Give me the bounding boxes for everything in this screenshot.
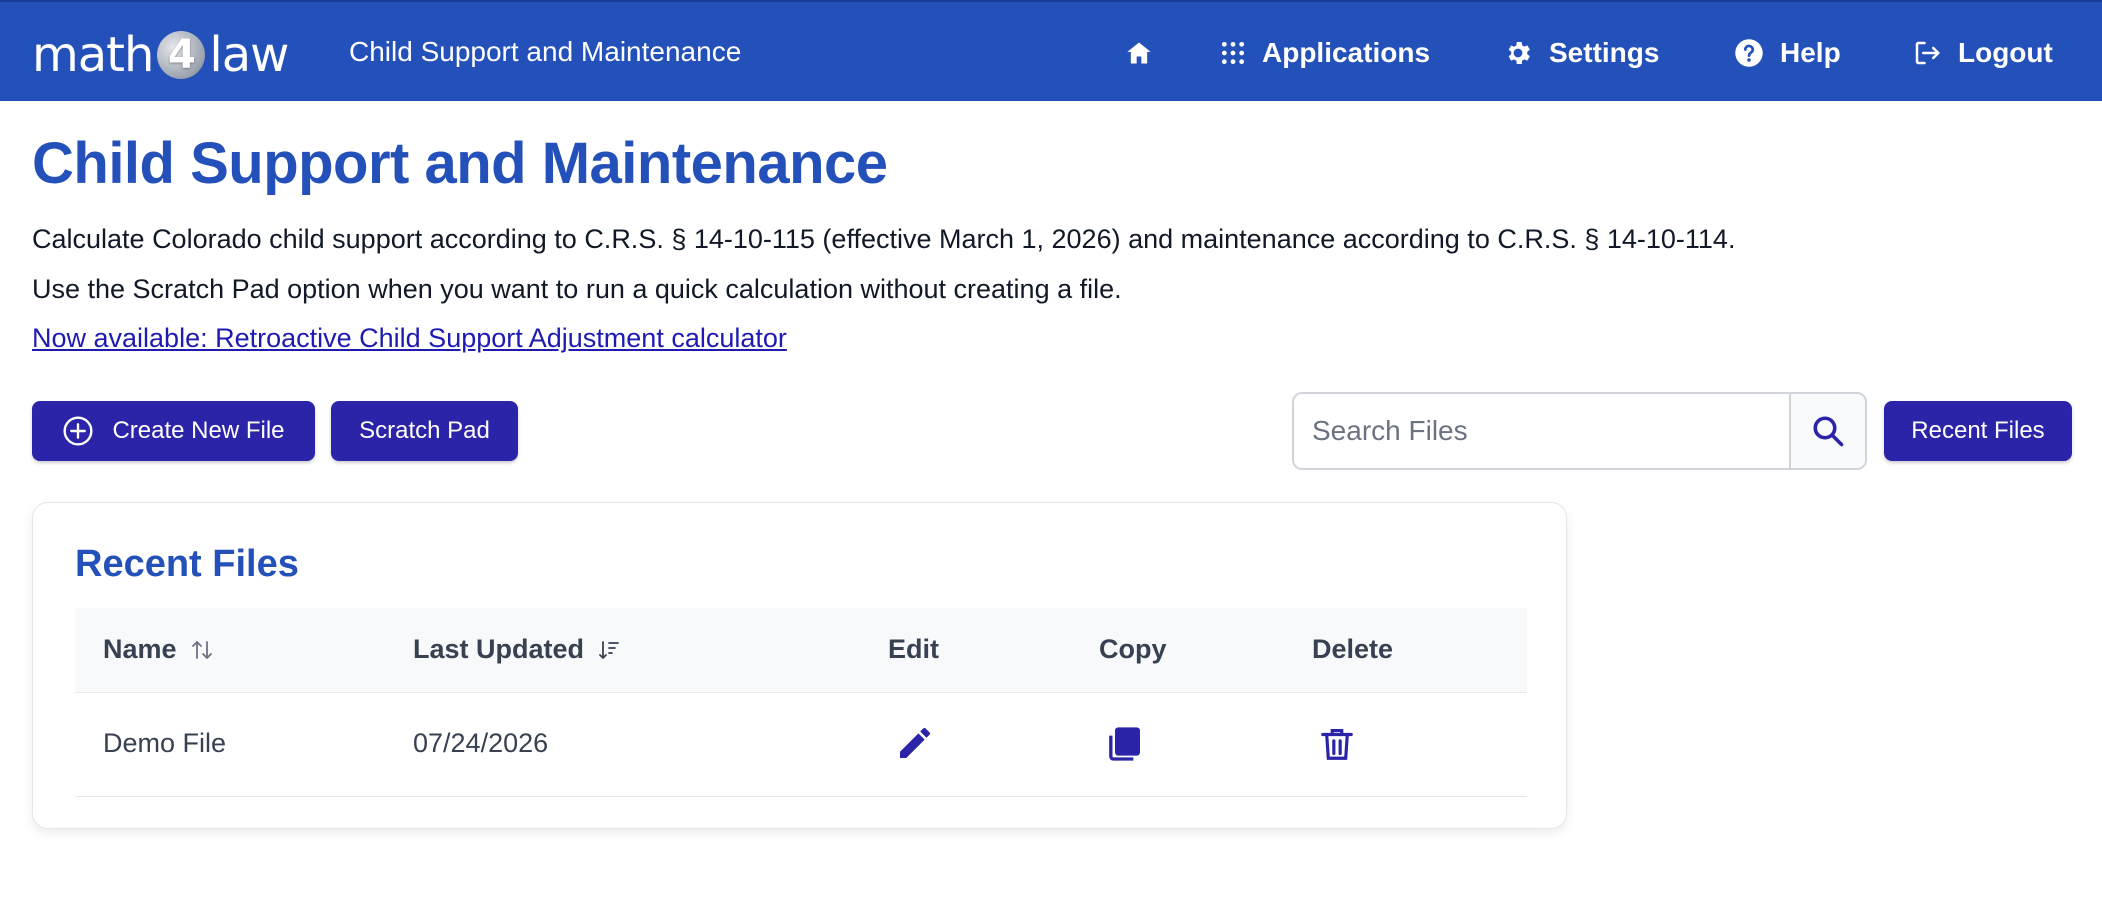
description-line-2: Use the Scratch Pad option when you want… <box>32 274 1122 304</box>
nav-logout-label: Logout <box>1958 36 2053 68</box>
top-navigation-bar: math 4 law Child Support and Maintenance… <box>0 0 2102 101</box>
recent-files-title: Recent Files <box>75 543 299 585</box>
scratch-pad-label: Scratch Pad <box>359 417 490 444</box>
recent-files-label: Recent Files <box>1911 417 2045 444</box>
column-updated-header[interactable]: Last Updated <box>413 634 620 665</box>
logout-icon <box>1915 41 1940 64</box>
nav-applications[interactable]: Applications <box>1220 2 1430 103</box>
nav-help[interactable]: Help <box>1734 2 1841 103</box>
logo-badge: 4 <box>157 31 206 79</box>
column-copy-label: Copy <box>1099 634 1167 664</box>
logo-text-right: law <box>209 27 289 83</box>
search-box <box>1292 392 1867 470</box>
create-new-file-button[interactable]: Create New File <box>32 401 315 461</box>
app-name: Child Support and Maintenance <box>349 36 742 67</box>
create-new-file-label: Create New File <box>112 417 285 444</box>
pencil-icon <box>900 728 930 758</box>
nav-settings-label: Settings <box>1549 36 1660 68</box>
edit-button[interactable] <box>895 723 935 768</box>
home-icon <box>1127 42 1151 63</box>
column-delete-header: Delete <box>1312 634 1393 665</box>
copy-icon <box>1109 727 1140 761</box>
description-line-1: Calculate Colorado child support accordi… <box>32 224 1736 254</box>
nav-logout[interactable]: Logout <box>1912 2 2053 103</box>
scratch-pad-button[interactable]: Scratch Pad <box>331 401 518 461</box>
grid-icon <box>1221 41 1245 64</box>
table-row: Demo File 07/24/2026 <box>75 693 1527 797</box>
help-icon <box>1735 38 1763 67</box>
nav-applications-label: Applications <box>1262 36 1431 68</box>
nav-help-label: Help <box>1780 36 1841 68</box>
file-name-cell[interactable]: Demo File <box>103 728 226 759</box>
column-delete-label: Delete <box>1312 634 1394 664</box>
nav-home[interactable] <box>1125 2 1153 103</box>
app-logo[interactable]: math 4 law <box>32 27 289 83</box>
column-edit-label: Edit <box>888 634 939 664</box>
sort-icon <box>191 640 212 659</box>
column-name-header[interactable]: Name <box>103 634 213 665</box>
column-edit-header: Edit <box>888 634 939 665</box>
column-copy-header: Copy <box>1099 634 1167 665</box>
table-header: Name Last Updated Edit Copy Delete <box>75 608 1527 693</box>
sort-desc-icon <box>599 640 619 659</box>
logo-text-left: math <box>32 27 154 83</box>
search-input[interactable] <box>1294 394 1789 468</box>
trash-icon <box>1321 728 1353 760</box>
recent-files-button[interactable]: Recent Files <box>1884 401 2072 461</box>
retroactive-calculator-link[interactable]: Now available: Retroactive Child Support… <box>32 323 787 354</box>
page-title: Child Support and Maintenance <box>32 131 888 196</box>
column-name-label: Name <box>103 634 177 664</box>
copy-button[interactable] <box>1105 723 1145 770</box>
plus-circle-icon <box>63 416 94 446</box>
search-icon <box>1813 416 1844 447</box>
gear-icon <box>1508 41 1530 64</box>
nav-settings[interactable]: Settings <box>1503 2 1659 103</box>
column-updated-label: Last Updated <box>413 634 585 664</box>
delete-button[interactable] <box>1318 723 1356 770</box>
search-button[interactable] <box>1789 394 1865 468</box>
last-updated-cell: 07/24/2026 <box>413 728 549 758</box>
recent-files-card: Recent Files Name Last Updated Edit Copy… <box>32 502 1567 829</box>
